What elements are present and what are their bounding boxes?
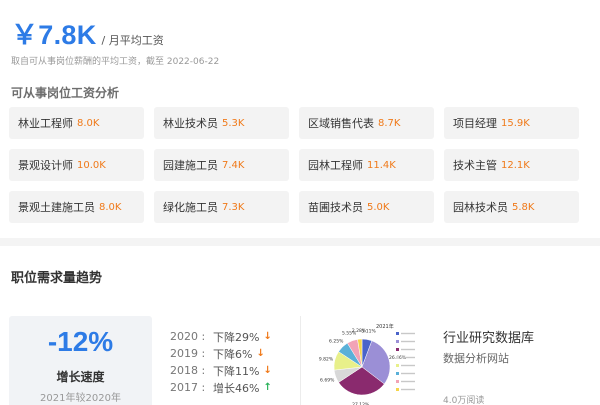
salary-note: 取自可从事岗位薪酬的平均工资，截至 2022-06-22 (11, 57, 220, 67)
pie-legend-swatch (396, 348, 399, 351)
job-salary: 8.0K (99, 201, 122, 213)
job-salary-item[interactable]: 园林工程师 11.4K (299, 149, 434, 181)
job-salary-item[interactable]: 区域销售代表 8.7K (299, 107, 434, 139)
arrow-down-icon: ↓ (263, 365, 272, 376)
pie-legend-swatch (396, 388, 399, 391)
job-salary: 8.7K (378, 117, 401, 129)
industry-database-link[interactable]: 行业研究数据库 (443, 327, 534, 346)
job-salary-grid: 林业工程师 8.0K 林业技术员 5.3K 区域销售代表 8.7K 项目经理 15.9K 景观设… (9, 107, 579, 223)
trend-row: 2019 : 下降6% ↓ (170, 345, 272, 362)
job-salary: 5.0K (367, 201, 390, 213)
pie-legend-text-placeholder (401, 340, 415, 343)
pie-legend-swatch (396, 356, 399, 359)
job-salary: 15.9K (501, 117, 530, 129)
growth-rate-card: -12% 增长速度 2021年较2020年 (9, 316, 152, 405)
job-salary-item[interactable]: 技术主管 12.1K (444, 149, 579, 181)
job-name: 景观设计师 (18, 159, 73, 172)
job-salary-item[interactable]: 景观土建施工员 8.0K (9, 191, 144, 223)
job-name: 苗圃技术员 (308, 201, 363, 214)
job-salary-item[interactable]: 林业工程师 8.0K (9, 107, 144, 139)
job-salary-item[interactable]: 园建施工员 7.4K (154, 149, 289, 181)
job-name: 项目经理 (453, 117, 497, 130)
average-salary-value: ￥7.8K (11, 20, 97, 50)
job-salary: 5.8K (512, 201, 535, 213)
pie-legend-swatch (396, 380, 399, 383)
section-divider (0, 238, 600, 246)
job-name: 园建施工员 (163, 159, 218, 172)
job-salary-item[interactable]: 林业技术员 5.3K (154, 107, 289, 139)
arrow-up-icon: ↑ (263, 382, 272, 393)
view-count: 4.0万阅读 (443, 396, 485, 405)
job-salary-item[interactable]: 项目经理 15.9K (444, 107, 579, 139)
growth-rate-period: 2021年较2020年 (40, 393, 121, 404)
job-salary-analysis-title: 可从事岗位工资分析 (11, 86, 120, 100)
job-salary: 8.0K (77, 117, 100, 129)
pie-legend-swatch (396, 364, 399, 367)
job-salary: 7.4K (222, 159, 245, 171)
yearly-trend-list: 2020 : 下降29% ↓ 2019 : 下降6% ↓ 2018 : 下降11% ↓ 2017 … (170, 328, 272, 396)
pie-legend-text-placeholder (401, 372, 415, 375)
arrow-down-icon: ↓ (256, 348, 265, 359)
pie-slice-label: 9.82% (319, 356, 334, 362)
pie-legend-text-placeholder (401, 348, 415, 351)
job-salary: 5.3K (222, 117, 245, 129)
pie-legend-swatch (396, 332, 399, 335)
trend-text: 下降29% (213, 330, 260, 344)
job-salary: 11.4K (367, 159, 396, 171)
salary-header: ￥7.8K / 月平均工资 (11, 13, 164, 52)
job-salary: 10.0K (77, 159, 106, 171)
trend-row: 2017 : 增长46% ↑ (170, 379, 272, 396)
trend-text: 下降11% (213, 364, 260, 378)
job-name: 林业工程师 (18, 117, 73, 130)
pie-legend-swatch (396, 372, 399, 375)
job-name: 技术主管 (453, 159, 497, 172)
salary-unit-label: / 月平均工资 (101, 34, 164, 47)
job-name: 园林工程师 (308, 159, 363, 172)
job-salary: 12.1K (501, 159, 530, 171)
job-salary-item[interactable]: 景观设计师 10.0K (9, 149, 144, 181)
job-salary-item[interactable]: 绿化施工员 7.3K (154, 191, 289, 223)
pie-legend-text-placeholder (401, 364, 415, 367)
job-name: 绿化施工员 (163, 201, 218, 214)
pie-slice-label: 6.25% (329, 339, 344, 345)
trend-text: 增长46% (213, 381, 260, 395)
pie-title: 2021年 (376, 323, 394, 330)
job-name: 林业技术员 (163, 117, 218, 130)
pie-legend-text-placeholder (401, 380, 415, 383)
pie-legend-text-placeholder (401, 332, 415, 335)
trend-year: 2018 : (170, 364, 206, 377)
pie-legend-swatch (396, 340, 399, 343)
job-salary-item[interactable]: 苗圃技术员 5.0K (299, 191, 434, 223)
job-name: 景观土建施工员 (18, 201, 95, 214)
demand-trend-title: 职位需求量趋势 (11, 271, 103, 286)
job-name: 区域销售代表 (308, 117, 374, 130)
arrow-down-icon: ↓ (263, 331, 272, 342)
trend-text: 下降6% (213, 347, 253, 361)
trend-row: 2018 : 下降11% ↓ (170, 362, 272, 379)
trend-year: 2020 : (170, 330, 206, 343)
pie-slice-label: 2.28% (352, 328, 367, 334)
trend-row: 2020 : 下降29% ↓ (170, 328, 272, 345)
job-salary: 7.3K (222, 201, 245, 213)
growth-rate-label: 增长速度 (56, 370, 105, 384)
growth-rate-value: -12% (47, 326, 114, 357)
trend-year: 2019 : (170, 347, 206, 360)
trend-year: 2017 : (170, 381, 206, 394)
pie-slice-label: 6.69% (320, 378, 335, 384)
vertical-divider (300, 316, 301, 405)
job-salary-item[interactable]: 园林技术员 5.8K (444, 191, 579, 223)
pie-legend-text-placeholder (401, 356, 415, 359)
data-analysis-subtitle: 数据分析网站 (443, 352, 509, 365)
industry-pie-chart[interactable]: 2021年5.11%26.46%27.12%6.69%9.82%6.25%5.5… (316, 320, 428, 405)
pie-legend-text-placeholder (401, 388, 415, 391)
job-name: 园林技术员 (453, 201, 508, 214)
